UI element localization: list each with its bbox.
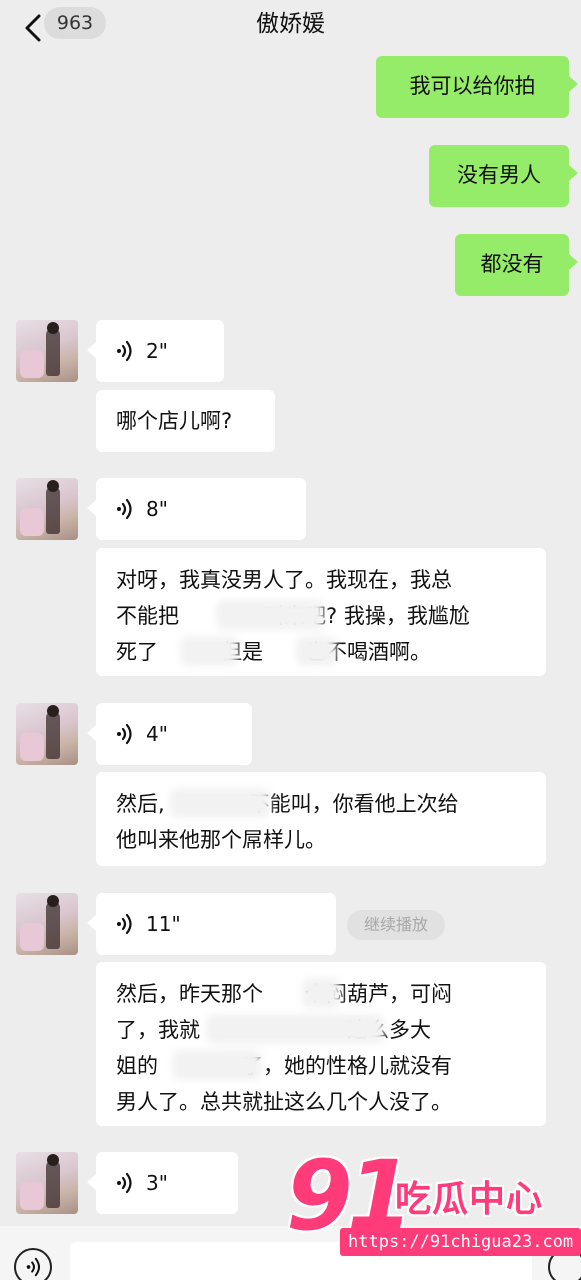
- message-text: 都没有: [480, 252, 544, 276]
- top-bar: 963 傲娇媛: [0, 0, 581, 56]
- message-line: 对呀，我真没男人了。我现在，我总: [116, 568, 452, 592]
- sent-message[interactable]: 都没有: [455, 234, 578, 296]
- voice-wave-icon: [117, 723, 132, 745]
- received-message[interactable]: 然后, 不能叫，你看他上次给 他叫来他那个屌样儿。: [96, 772, 546, 866]
- voice-message[interactable]: 4": [87, 703, 252, 765]
- message-text: 没有男人: [457, 163, 541, 187]
- voice-message[interactable]: 11": [87, 893, 336, 955]
- received-message[interactable]: 哪个店儿啊?: [96, 390, 275, 452]
- voice-wave-icon: [117, 498, 132, 520]
- received-message[interactable]: 对呀，我真没男人了。我现在，我总 不能把 叫来吧? 我操，我尴尬 死了 但是 也…: [96, 548, 546, 676]
- avatar[interactable]: [16, 478, 78, 540]
- avatar[interactable]: [16, 1152, 78, 1214]
- voice-duration: 8": [146, 497, 168, 521]
- watermark-url: https://91chigua23.com: [340, 1228, 581, 1256]
- message-text: 哪个店儿啊?: [116, 409, 233, 433]
- voice-message[interactable]: 8": [87, 478, 306, 540]
- voice-wave-icon: [26, 1257, 40, 1277]
- chat-title: 傲娇媛: [256, 11, 325, 37]
- voice-message[interactable]: 2": [87, 320, 224, 382]
- voice-wave-icon: [117, 1172, 132, 1194]
- message-line: 他叫来他那个屌样儿。: [116, 828, 326, 852]
- voice-duration: 4": [146, 722, 168, 746]
- avatar[interactable]: [16, 893, 78, 955]
- voice-duration: 11": [146, 912, 181, 936]
- voice-input-toggle[interactable]: [14, 1248, 52, 1280]
- sent-message[interactable]: 我可以给你拍: [376, 56, 578, 118]
- message-text: 我可以给你拍: [409, 74, 536, 98]
- voice-message[interactable]: 3": [87, 1152, 238, 1214]
- sent-message[interactable]: 没有男人: [429, 145, 578, 207]
- watermark-brand: 吃瓜中心: [395, 1179, 544, 1220]
- avatar[interactable]: [16, 320, 78, 382]
- avatar[interactable]: [16, 703, 78, 765]
- voice-duration: 3": [146, 1171, 168, 1195]
- voice-duration: 2": [146, 339, 168, 363]
- voice-wave-icon: [117, 913, 132, 935]
- voice-wave-icon: [117, 340, 132, 362]
- continue-playing-button[interactable]: 继续播放: [347, 910, 445, 940]
- received-message[interactable]: 然后，昨天那个 个闷葫芦，可闷 了，我就 这么多大 姐的 了，她的性格儿就没有 …: [96, 962, 546, 1126]
- message-line: 男人了。总共就扯这么几个人没了。: [116, 1090, 452, 1114]
